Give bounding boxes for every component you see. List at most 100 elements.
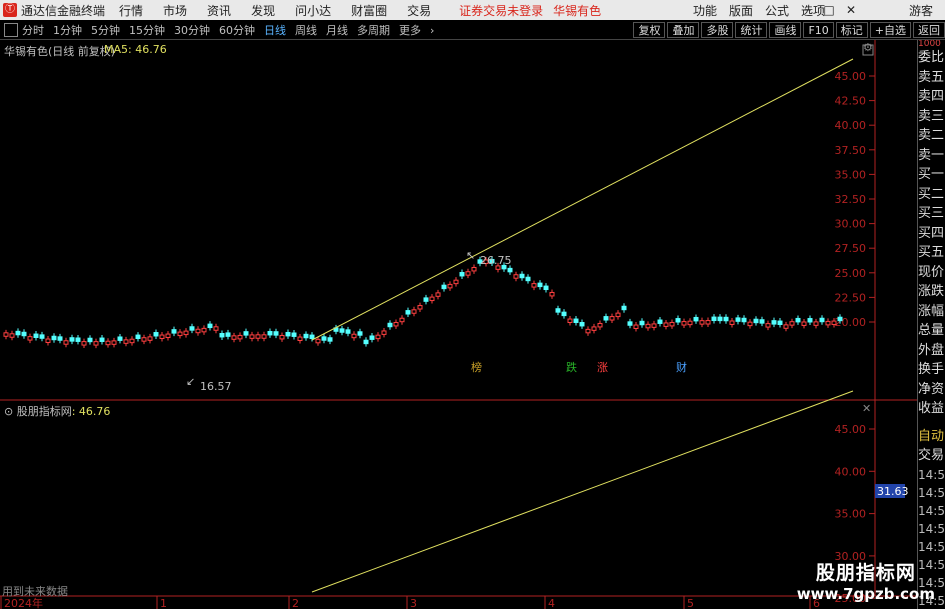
candle-body xyxy=(255,334,261,339)
y-tick-label: 27.50 xyxy=(835,242,867,255)
menu-discover[interactable]: 发现 xyxy=(251,2,275,19)
period-daily[interactable]: 日线 xyxy=(264,22,286,38)
period-weekly[interactable]: 周线 xyxy=(295,22,317,38)
menu-news[interactable]: 资讯 xyxy=(207,2,231,19)
period-monthly[interactable]: 月线 xyxy=(326,22,348,38)
main-y-axis: 45.00 42.50 40.00 37.50 35.00 32.50 30.00 27.50… xyxy=(835,70,875,329)
menu-market[interactable]: 市场 xyxy=(163,2,187,19)
tool-mark[interactable]: 标记 xyxy=(835,22,868,38)
candle-body xyxy=(15,330,21,336)
candle-body xyxy=(537,282,543,288)
candle-body xyxy=(687,320,693,326)
tool-f10[interactable]: F10 xyxy=(803,22,834,38)
period-5min[interactable]: 5分钟 xyxy=(91,22,120,38)
candle-body xyxy=(693,316,699,322)
candle-body xyxy=(99,337,105,342)
menu-trade[interactable]: 交易 xyxy=(407,2,431,19)
rp-field: 涨跌 xyxy=(918,284,945,299)
x-tick-label: 2 xyxy=(292,597,299,609)
chevron-right-icon[interactable]: › xyxy=(430,24,434,37)
rp-field: 卖四 xyxy=(918,89,945,104)
candle-body xyxy=(507,267,513,273)
kline-chart[interactable]: 45.00 42.50 40.00 37.50 35.00 32.50 30.00 27.50… xyxy=(0,40,917,609)
tool-back[interactable]: 返回 xyxy=(913,22,945,38)
ind-close-icon[interactable]: ✕ xyxy=(862,402,871,415)
stock-period-label: 华锡有色(日线 前复权) xyxy=(4,45,116,58)
candle-body xyxy=(345,329,351,334)
indicator-name[interactable]: 股朋指标网 xyxy=(17,405,72,418)
menu-quotes[interactable]: 行情 xyxy=(119,2,143,19)
menu-formula[interactable]: 公式 xyxy=(765,2,789,19)
candle-body xyxy=(771,320,777,325)
candle-body xyxy=(591,326,597,331)
tool-stats[interactable]: 统计 xyxy=(735,22,768,38)
event-markers: 榜跌涨财 xyxy=(471,360,687,374)
candle-body xyxy=(201,327,207,333)
candle-body xyxy=(825,320,831,326)
candle-body xyxy=(645,323,651,329)
maximize-icon[interactable]: □ xyxy=(818,0,840,20)
tool-draw-line[interactable]: 画线 xyxy=(769,22,802,38)
candle-body xyxy=(459,272,465,277)
candle-body xyxy=(765,323,771,328)
candle-body xyxy=(177,331,183,337)
candle-body xyxy=(285,331,291,337)
app-name: 通达信金融终端 xyxy=(21,3,106,18)
ind-settings-icon[interactable]: ⊙ xyxy=(4,405,17,418)
tool-add-watchlist[interactable]: +自选 xyxy=(869,22,911,38)
event-marker[interactable]: 跌 xyxy=(566,360,577,374)
period-1min[interactable]: 1分钟 xyxy=(53,22,82,38)
watermark-url: www.7gpzb.com xyxy=(796,585,935,603)
candle-body xyxy=(27,336,33,341)
indicator-value: : 46.76 xyxy=(71,405,111,418)
rp-field: 卖一 xyxy=(918,147,945,163)
candle-body xyxy=(699,320,705,325)
candle-body xyxy=(465,271,471,276)
tool-adjust[interactable]: 复权 xyxy=(633,22,666,38)
menu-function[interactable]: 功能 xyxy=(693,2,717,19)
event-marker[interactable]: 涨 xyxy=(597,361,608,374)
event-marker[interactable]: 财 xyxy=(676,360,687,374)
guest-user[interactable]: 游客 xyxy=(909,2,933,19)
low-arrow-icon: ↙ xyxy=(186,375,195,388)
candle-body xyxy=(375,334,381,340)
candle-body xyxy=(141,337,147,342)
candle-body xyxy=(339,328,345,333)
candle-body xyxy=(813,321,819,326)
period-60min[interactable]: 60分钟 xyxy=(219,22,255,38)
panel-menu-icon[interactable]: ⚙ xyxy=(863,41,873,54)
candle-body xyxy=(159,334,165,339)
event-marker[interactable]: 榜 xyxy=(471,360,482,374)
candle-body xyxy=(105,340,111,346)
menu-ask[interactable]: 问小达 xyxy=(295,2,331,19)
period-more[interactable]: 更多 xyxy=(399,22,421,38)
minimize-icon[interactable]: ─ xyxy=(796,0,818,20)
candle-body xyxy=(579,321,585,327)
period-timeshare[interactable]: 分时 xyxy=(22,22,44,38)
period-toolbar: 分时 1分钟 5分钟 15分钟 30分钟 60分钟 日线 周线 月线 多周期 更… xyxy=(0,21,945,40)
candle-body xyxy=(681,321,687,326)
candle-body xyxy=(63,340,69,345)
y-tick-label: 32.50 xyxy=(835,193,867,206)
y-tick-label: 37.50 xyxy=(835,144,867,157)
menu-layout[interactable]: 版面 xyxy=(729,2,753,19)
rp-field: 卖二 xyxy=(918,128,945,143)
panel-toggle-icon[interactable] xyxy=(4,23,18,37)
candle-body xyxy=(111,340,117,345)
rp-trade[interactable]: 交易 xyxy=(918,446,945,466)
tool-overlay[interactable]: 叠加 xyxy=(667,22,700,38)
close-icon[interactable]: ✕ xyxy=(840,0,862,20)
candle-body xyxy=(753,318,759,324)
period-multi[interactable]: 多周期 xyxy=(357,22,390,38)
period-30min[interactable]: 30分钟 xyxy=(174,22,210,38)
tool-multi-stock[interactable]: 多股 xyxy=(701,22,734,38)
login-warning[interactable]: 证券交易未登录 xyxy=(459,2,543,19)
rp-field: 总量 xyxy=(918,323,945,338)
candle-body xyxy=(657,319,663,324)
low-price-label: 16.57 xyxy=(200,380,232,393)
period-15min[interactable]: 15分钟 xyxy=(129,22,165,38)
candle-body xyxy=(267,330,273,336)
menu-wealth[interactable]: 财富圈 xyxy=(351,2,387,19)
candle-body xyxy=(351,333,357,339)
rp-auto[interactable]: 自动 xyxy=(918,427,945,447)
